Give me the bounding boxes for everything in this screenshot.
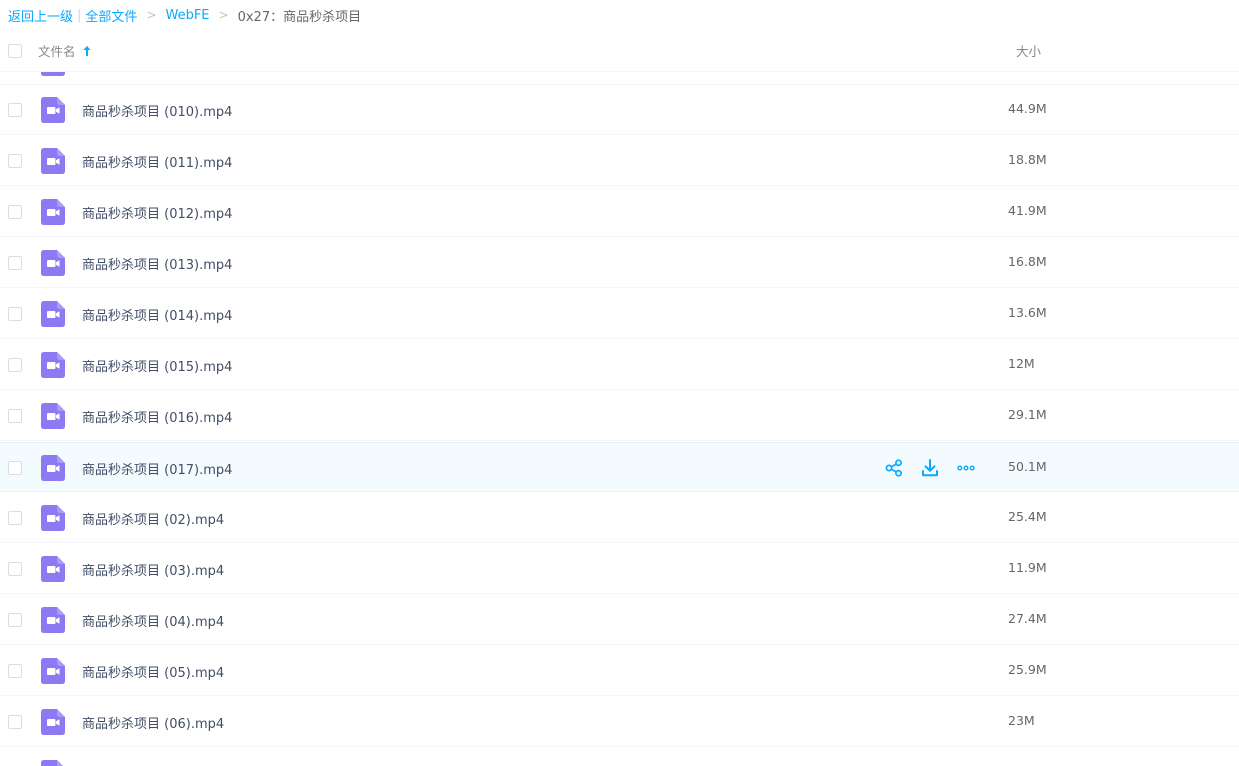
file-checkbox[interactable]	[8, 358, 22, 372]
breadcrumb-separator: >	[146, 8, 157, 22]
list-item[interactable]: 商品秒杀项目 (012).mp4 41.9M	[0, 187, 1239, 237]
file-checkbox[interactable]	[8, 256, 22, 270]
list-item[interactable]: 商品秒杀项目 (06).mp4 23M	[0, 697, 1239, 747]
file-size: 44.9M	[1008, 101, 1047, 116]
file-size: 18.8M	[1008, 152, 1047, 167]
file-size: 23M	[1008, 713, 1035, 728]
size-column-header[interactable]: 大小	[1016, 41, 1041, 60]
file-size: 25.9M	[1008, 662, 1047, 677]
video-file-icon	[41, 505, 65, 531]
file-list: 商品秒杀项目 (010).mp4 44.9M 商品秒杀项目 (011).mp4 18.…	[0, 72, 1239, 766]
file-name[interactable]: 商品秒杀项目 (06).mp4	[82, 713, 224, 732]
more-icon[interactable]	[956, 458, 976, 478]
list-item-partial	[0, 72, 1239, 85]
file-checkbox[interactable]	[8, 154, 22, 168]
list-item[interactable]: 商品秒杀项目 (010).mp4 44.9M	[0, 85, 1239, 135]
file-name[interactable]: 商品秒杀项目 (02).mp4	[82, 509, 224, 528]
file-name[interactable]: 商品秒杀项目 (017).mp4	[82, 459, 232, 478]
file-name[interactable]: 商品秒杀项目 (011).mp4	[82, 152, 232, 171]
file-size: 41.9M	[1008, 203, 1047, 218]
list-item[interactable]: 商品秒杀项目 (016).mp4 29.1M	[0, 391, 1239, 441]
list-item[interactable]: 商品秒杀项目 (015).mp4 12M	[0, 340, 1239, 390]
file-checkbox[interactable]	[8, 409, 22, 423]
file-checkbox[interactable]	[8, 613, 22, 627]
name-column-header[interactable]: 文件名	[38, 41, 92, 60]
file-name[interactable]: 商品秒杀项目 (016).mp4	[82, 407, 232, 426]
video-file-icon	[41, 199, 65, 225]
breadcrumb-separator: >	[218, 8, 229, 22]
file-name[interactable]: 商品秒杀项目 (05).mp4	[82, 662, 224, 681]
list-item[interactable]: 商品秒杀项目 (05).mp4 25.9M	[0, 646, 1239, 696]
list-item[interactable]: 商品秒杀项目 (017).mp4 50.1M	[0, 442, 1239, 492]
file-size: 16.8M	[1008, 254, 1047, 269]
video-file-icon	[41, 607, 65, 633]
list-item[interactable]: 商品秒杀项目 (013).mp4 16.8M	[0, 238, 1239, 288]
all-files-link[interactable]: 全部文件	[85, 6, 137, 25]
current-folder: 0x27：商品秒杀项目	[237, 9, 362, 25]
file-checkbox[interactable]	[8, 103, 22, 117]
video-file-icon	[41, 148, 65, 174]
file-name[interactable]: 商品秒杀项目 (015).mp4	[82, 356, 232, 375]
name-column-label: 文件名	[38, 44, 76, 59]
video-file-icon	[41, 352, 65, 378]
file-checkbox[interactable]	[8, 461, 22, 475]
file-name[interactable]: 商品秒杀项目 (012).mp4	[82, 203, 232, 222]
file-size: 13.6M	[1008, 305, 1047, 320]
video-file-icon	[41, 658, 65, 684]
file-checkbox[interactable]	[8, 205, 22, 219]
file-size: 11.9M	[1008, 560, 1047, 575]
file-size: 27.4M	[1008, 611, 1047, 626]
file-name[interactable]: 商品秒杀项目 (010).mp4	[82, 101, 232, 120]
file-name[interactable]: 商品秒杀项目 (014).mp4	[82, 305, 232, 324]
sort-ascending-icon	[83, 45, 91, 56]
file-checkbox[interactable]	[8, 511, 22, 525]
file-name[interactable]: 商品秒杀项目 (013).mp4	[82, 254, 232, 273]
list-item[interactable]: 商品秒杀项目 (014).mp4 13.6M	[0, 289, 1239, 339]
video-file-icon	[41, 556, 65, 582]
video-file-icon	[41, 455, 65, 481]
video-file-icon	[41, 403, 65, 429]
list-header: 文件名 大小	[0, 30, 1239, 72]
list-item[interactable]: 商品秒杀项目 (03).mp4 11.9M	[0, 544, 1239, 594]
file-checkbox[interactable]	[8, 715, 22, 729]
file-size: 12M	[1008, 356, 1035, 371]
file-checkbox[interactable]	[8, 562, 22, 576]
file-size: 25.4M	[1008, 509, 1047, 524]
download-icon[interactable]	[920, 458, 940, 478]
file-size: 29.1M	[1008, 407, 1047, 422]
breadcrumb-divider: |	[77, 7, 82, 23]
file-name[interactable]: 商品秒杀项目 (03).mp4	[82, 560, 224, 579]
file-checkbox[interactable]	[8, 307, 22, 321]
list-item[interactable]: 商品秒杀项目 (07).mp418.5M	[0, 748, 1239, 766]
file-size: 50.1M	[1008, 459, 1047, 474]
back-link[interactable]: 返回上一级	[8, 6, 73, 25]
row-actions	[884, 458, 992, 478]
video-file-icon	[41, 250, 65, 276]
video-file-icon	[41, 709, 65, 735]
file-manager: 返回上一级 | 全部文件 > WebFE > 0x27：商品秒杀项目 文件名 大…	[0, 0, 1239, 766]
list-item[interactable]: 商品秒杀项目 (011).mp4 18.8M	[0, 136, 1239, 186]
video-file-icon	[41, 72, 65, 76]
list-item[interactable]: 商品秒杀项目 (02).mp4 25.4M	[0, 493, 1239, 543]
video-file-icon	[41, 301, 65, 327]
file-checkbox[interactable]	[8, 664, 22, 678]
file-name[interactable]: 商品秒杀项目 (04).mp4	[82, 611, 224, 630]
video-file-icon	[41, 97, 65, 123]
select-all-checkbox[interactable]	[8, 44, 22, 58]
video-file-icon	[41, 760, 63, 766]
breadcrumb: 返回上一级 | 全部文件 > WebFE > 0x27：商品秒杀项目	[8, 5, 361, 25]
folder-link-webfe[interactable]: WebFE	[165, 8, 209, 23]
list-item[interactable]: 商品秒杀项目 (04).mp4 27.4M	[0, 595, 1239, 645]
share-icon[interactable]	[884, 458, 904, 478]
